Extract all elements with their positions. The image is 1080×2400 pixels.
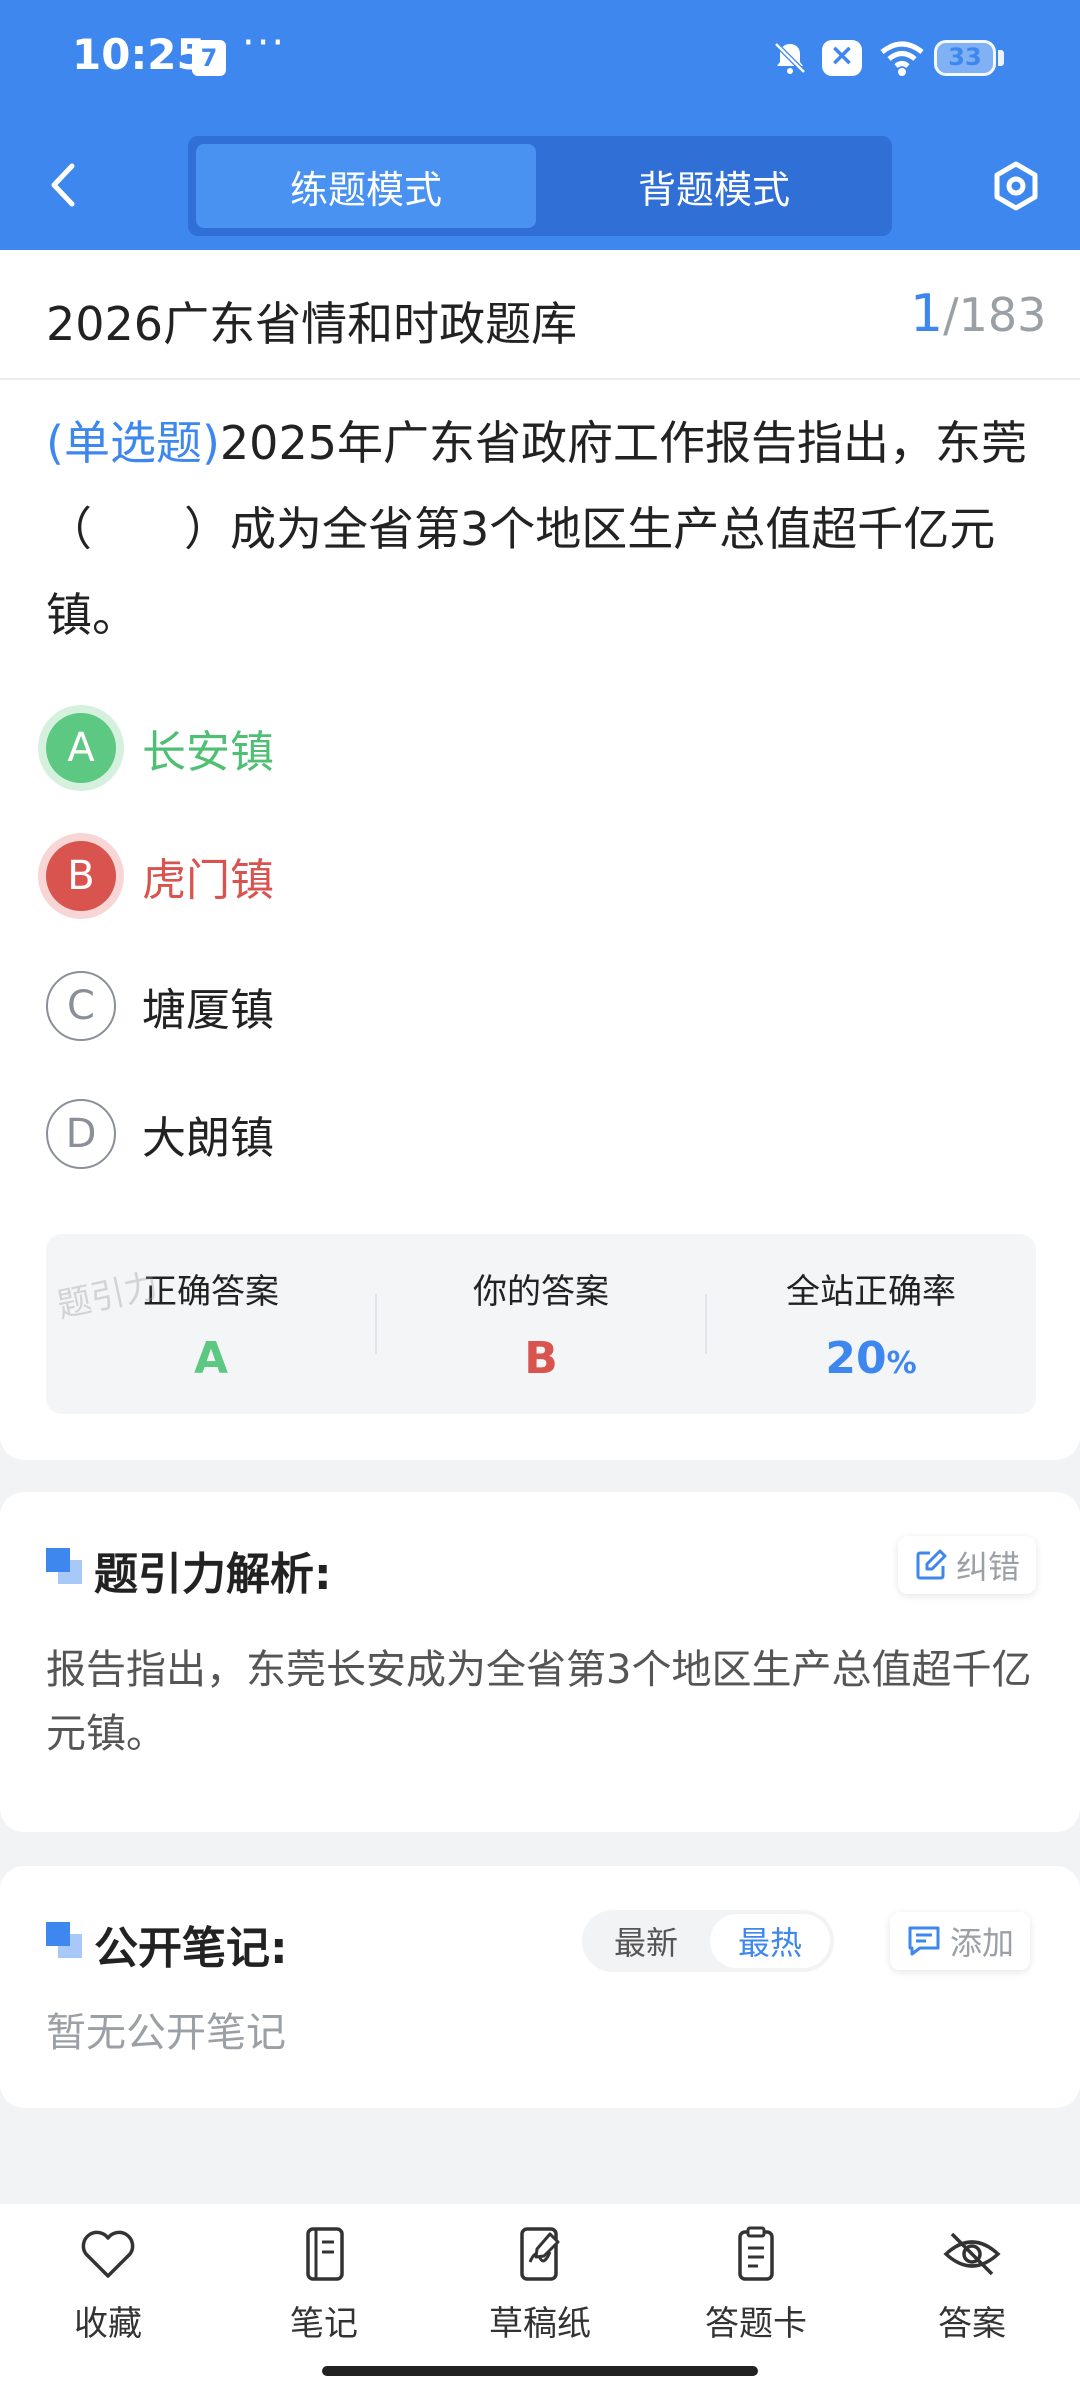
report-error-label: 纠错 — [956, 1548, 1021, 1586]
draft-icon — [520, 2227, 560, 2281]
add-note-button[interactable]: 添加 — [890, 1912, 1031, 1970]
notification-x-icon: × — [822, 38, 862, 76]
option-d-text: 大朗镇 — [142, 1113, 274, 1164]
option-a-letter: A — [46, 713, 116, 783]
notes-card — [0, 1866, 1080, 2108]
divider — [0, 378, 1080, 380]
notebook-icon — [306, 2227, 344, 2281]
site-accuracy-value: 20% — [706, 1333, 1036, 1384]
question-type: (单选题) — [46, 416, 220, 470]
question-text: (单选题)2025年广东省政府工作报告指出，东莞（ ）成为全省第3个地区生产总值… — [46, 400, 1036, 658]
your-answer-value: B — [524, 1333, 558, 1384]
tab-memorize-mode[interactable]: 背题模式 — [544, 144, 884, 228]
wifi-icon — [880, 41, 924, 76]
favorite-label: 收藏 — [74, 2304, 142, 2344]
favorite-button[interactable]: 收藏 — [28, 2226, 188, 2345]
clipboard-icon — [738, 2226, 774, 2281]
home-indicator[interactable] — [322, 2366, 758, 2376]
battery-icon: 33 — [934, 40, 996, 76]
section-icon — [46, 1922, 82, 1958]
calendar-day: 7 — [200, 44, 218, 72]
option-d-letter: D — [46, 1099, 116, 1169]
draft-paper-label: 草稿纸 — [489, 2304, 591, 2344]
your-answer: 你的答案 B — [376, 1264, 706, 1384]
option-d[interactable]: D 大朗镇 — [46, 1096, 274, 1172]
notes-sort-toggle: 最新 最热 — [582, 1910, 834, 1972]
site-accuracy-number: 20 — [825, 1333, 887, 1384]
analysis-title: 题引力解析: — [94, 1549, 332, 1600]
bell-muted-icon — [774, 42, 806, 74]
analysis-text: 报告指出，东莞长安成为全省第3个地区生产总值超千亿元镇。 — [46, 1647, 1032, 1757]
battery-level: 33 — [948, 43, 982, 71]
site-accuracy: 全站正确率 20% — [706, 1264, 1036, 1384]
notes-button[interactable]: 笔记 — [244, 2226, 404, 2345]
question-bank-title: 2026广东省情和时政题库 — [46, 297, 578, 351]
tab-practice-mode[interactable]: 练题模式 — [196, 144, 536, 228]
current-question-number: 1 — [910, 284, 944, 344]
edit-icon — [916, 1549, 947, 1580]
option-a-text: 长安镇 — [142, 727, 274, 778]
option-b-letter: B — [46, 841, 116, 911]
sort-hottest[interactable]: 最热 — [710, 1914, 830, 1968]
show-answer-label: 答案 — [938, 2304, 1006, 2344]
option-c[interactable]: C 塘厦镇 — [46, 968, 274, 1044]
option-b-text: 虎门镇 — [142, 855, 274, 906]
section-icon — [46, 1548, 82, 1584]
status-time: 10:25 — [72, 30, 206, 79]
answer-sheet-button[interactable]: 答题卡 — [676, 2226, 836, 2345]
option-a[interactable]: A 长安镇 — [46, 710, 274, 786]
question-counter: 1/183 — [910, 284, 1046, 344]
answer-sheet-label: 答题卡 — [705, 2304, 807, 2344]
site-accuracy-unit: % — [886, 1346, 917, 1381]
total-questions: /183 — [943, 288, 1047, 342]
comment-icon — [908, 1926, 940, 1956]
add-note-label: 添加 — [950, 1924, 1015, 1962]
back-arrow-icon[interactable] — [44, 160, 84, 210]
option-b[interactable]: B 虎门镇 — [46, 838, 274, 914]
report-error-button[interactable]: 纠错 — [898, 1536, 1037, 1594]
mode-tabs: 练题模式 背题模式 — [188, 136, 892, 236]
show-answer-button[interactable]: 答案 — [892, 2226, 1052, 2345]
draft-paper-button[interactable]: 草稿纸 — [460, 2226, 620, 2345]
heart-icon — [81, 2230, 135, 2278]
option-c-letter: C — [46, 971, 116, 1041]
settings-icon[interactable] — [990, 160, 1042, 212]
sort-latest[interactable]: 最新 — [586, 1914, 706, 1968]
your-answer-label: 你的答案 — [473, 1272, 609, 1312]
more-dots-icon: ··· — [242, 20, 287, 66]
notes-title: 公开笔记: — [94, 1923, 288, 1974]
notes-empty-text: 暂无公开笔记 — [46, 2010, 286, 2056]
notes-label: 笔记 — [290, 2304, 358, 2344]
site-accuracy-label: 全站正确率 — [786, 1272, 956, 1312]
option-c-text: 塘厦镇 — [142, 985, 274, 1036]
correct-answer-value: A — [193, 1333, 229, 1384]
answer-summary: 正确答案 A 你的答案 B 全站正确率 20% — [46, 1234, 1036, 1414]
eye-off-icon — [943, 2232, 1001, 2276]
battery-tip — [998, 50, 1004, 66]
calendar-icon: 7 — [192, 40, 226, 76]
